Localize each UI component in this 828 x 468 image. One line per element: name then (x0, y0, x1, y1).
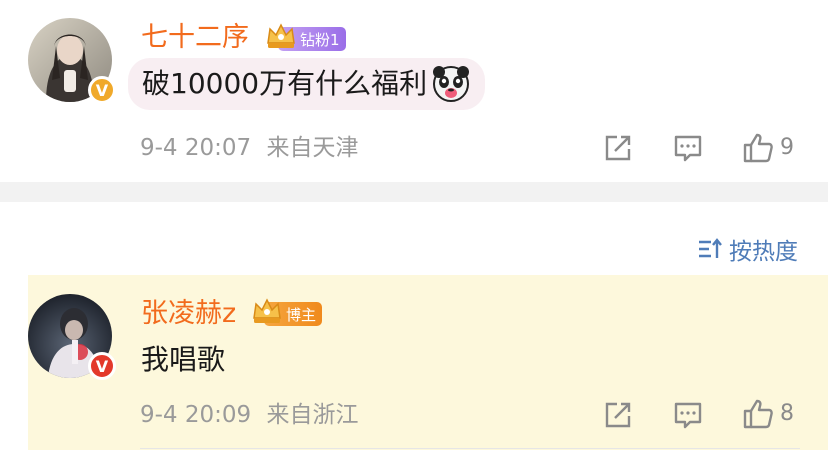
fan-badge-row: 博主 (253, 298, 323, 326)
reply-icon (674, 402, 702, 429)
avatar[interactable]: V (28, 18, 116, 104)
comment-time: 9-4 20:09 (140, 402, 252, 428)
comment-meta: 9-4 20:07 来自天津 (140, 133, 358, 163)
section-separator (0, 182, 828, 202)
forward-button[interactable] (604, 134, 632, 162)
reply-button[interactable] (673, 401, 703, 431)
like-button[interactable]: 9 (742, 132, 794, 164)
comment-meta: 9-4 20:09 来自浙江 (140, 400, 358, 430)
comment-text-content: 破10000万有什么福利 (142, 67, 428, 100)
comment-item: V 七十二序 钻粉1 破10000万有什么福利 9-4 20:07 来自天津 9 (0, 0, 828, 182)
blogger-badge-label: 博主 (286, 305, 317, 324)
fan-badge[interactable]: 钻粉1 (267, 23, 346, 51)
verified-icon: V (88, 352, 116, 380)
avatar[interactable]: V (28, 294, 116, 380)
sort-button[interactable]: 按热度 (697, 232, 798, 266)
crown-icon (253, 298, 281, 323)
fan-badge-label: 钻粉1 (300, 30, 340, 49)
username[interactable]: 张凌赫z (141, 298, 236, 330)
username[interactable]: 七十二序 (141, 22, 249, 54)
comment-location: 来自浙江 (266, 402, 359, 428)
blogger-badge[interactable]: 博主 (253, 298, 323, 326)
crown-icon (267, 23, 295, 48)
comment-text: 我唱歌 (141, 343, 226, 376)
panda-tongue-emoji (433, 66, 470, 102)
comments-page: V 七十二序 钻粉1 破10000万有什么福利 9-4 20:07 来自天津 9… (0, 0, 828, 468)
forward-icon (605, 135, 631, 161)
like-count: 8 (780, 401, 794, 426)
reply-button[interactable] (673, 134, 703, 164)
verified-icon: V (88, 76, 116, 104)
like-count: 9 (780, 135, 794, 160)
forward-icon (605, 402, 631, 428)
sort-icon (699, 238, 722, 258)
like-icon (743, 399, 773, 429)
comment-location: 来自天津 (266, 135, 359, 161)
fan-badge-row: 钻粉1 (267, 23, 346, 51)
comment-time: 9-4 20:07 (140, 135, 252, 161)
comment-text: 破10000万有什么福利 (128, 58, 486, 110)
reply-icon (674, 135, 702, 162)
divider (140, 448, 800, 449)
like-icon (743, 133, 773, 163)
sort-label: 按热度 (729, 239, 798, 265)
forward-button[interactable] (604, 401, 632, 429)
like-button[interactable]: 8 (742, 398, 794, 430)
